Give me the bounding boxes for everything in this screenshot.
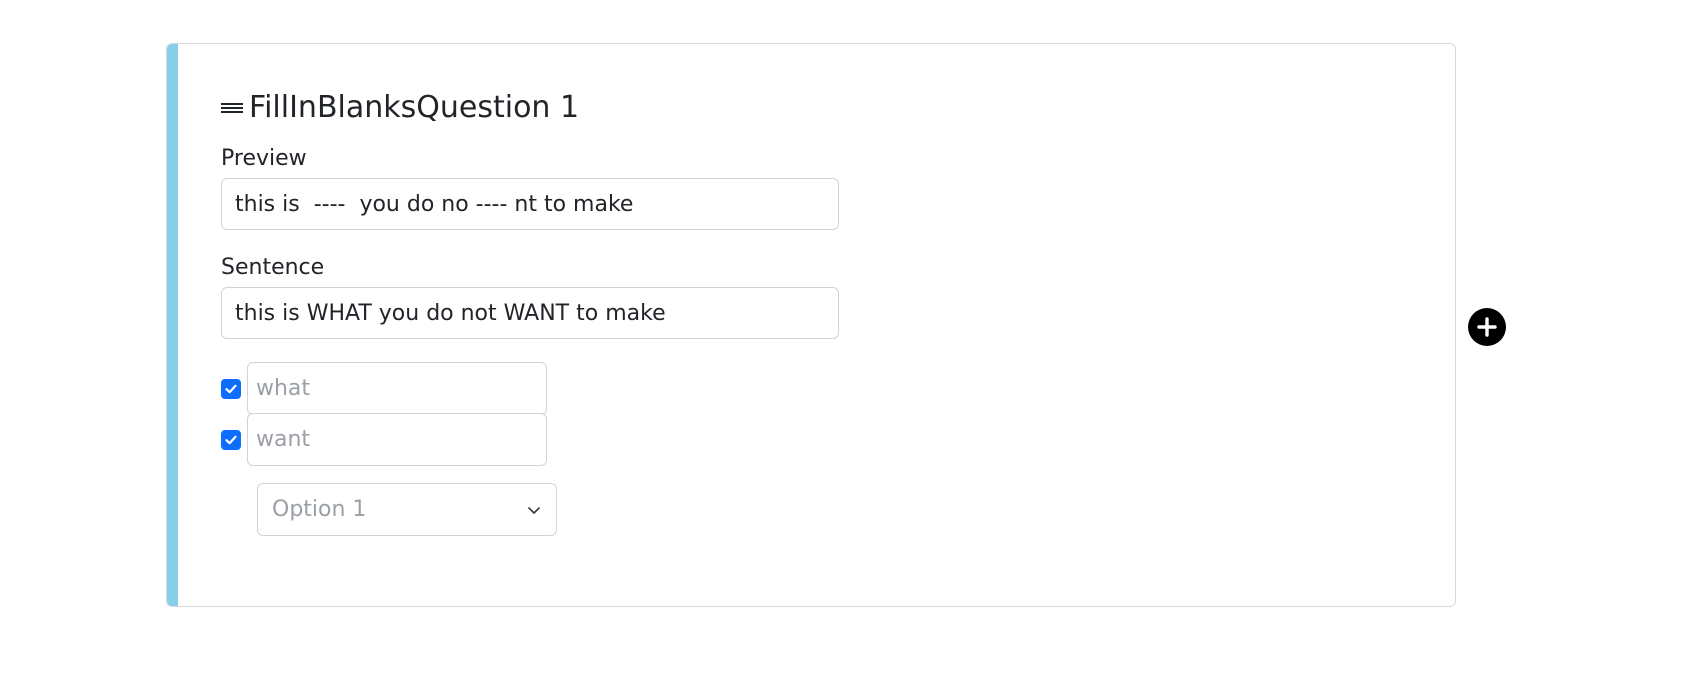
blank-word-input-2[interactable] <box>247 413 547 466</box>
drag-handle-icon[interactable] <box>221 102 243 114</box>
blank-word-input-1[interactable] <box>247 362 547 415</box>
checkmark-icon <box>225 435 237 444</box>
checkmark-icon <box>225 384 237 393</box>
card-accent-bar <box>167 44 178 606</box>
question-title: FillInBlanksQuestion 1 <box>249 90 580 125</box>
blank-checkbox-2[interactable] <box>221 429 241 450</box>
sentence-field[interactable] <box>221 287 839 339</box>
preview-field[interactable] <box>221 178 839 230</box>
option-select[interactable]: Option 1 <box>257 483 557 536</box>
option-select-value: Option 1 <box>272 497 367 522</box>
blank-row-1 <box>221 362 547 415</box>
sentence-label: Sentence <box>221 255 325 280</box>
preview-label: Preview <box>221 146 307 171</box>
chevron-down-icon <box>528 506 540 514</box>
question-card: FillInBlanksQuestion 1 Preview Sentence … <box>166 43 1456 607</box>
question-header: FillInBlanksQuestion 1 <box>221 88 579 128</box>
add-question-button[interactable] <box>1468 308 1506 346</box>
blank-checkbox-1[interactable] <box>221 378 241 399</box>
blank-row-2 <box>221 413 547 466</box>
plus-icon <box>1477 317 1497 337</box>
